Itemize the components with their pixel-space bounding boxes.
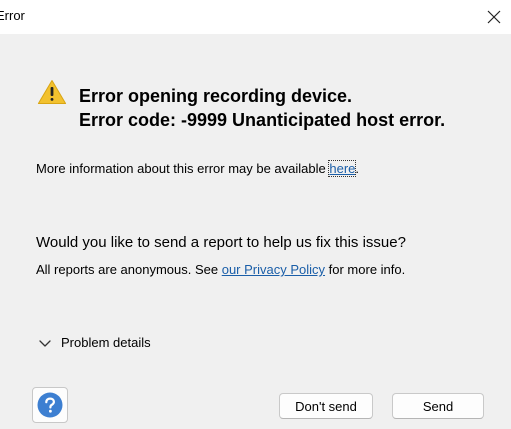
report-question: Would you like to send a report to help … bbox=[36, 234, 406, 251]
problem-details-toggle[interactable]: Problem details bbox=[38, 333, 151, 353]
title-bar: Error bbox=[0, 0, 511, 34]
chevron-down-icon bbox=[39, 340, 51, 347]
window-title: Error bbox=[0, 8, 25, 23]
problem-details-label: Problem details bbox=[61, 335, 151, 350]
warning-icon bbox=[37, 80, 67, 104]
more-info-label: More information about this error may be… bbox=[36, 161, 330, 176]
anonymous-prefix: All reports are anonymous. See bbox=[36, 262, 222, 277]
more-info-text: More information about this error may be… bbox=[36, 160, 359, 178]
more-info-suffix: . bbox=[355, 161, 360, 176]
help-button[interactable] bbox=[32, 387, 68, 423]
error-heading-line-1: Error opening recording device. bbox=[79, 86, 353, 106]
send-button[interactable]: Send bbox=[392, 393, 484, 419]
privacy-policy-link[interactable]: our Privacy Policy bbox=[222, 262, 325, 277]
error-heading-line-2: Error code: -9999 Unanticipated host err… bbox=[79, 110, 446, 130]
here-link[interactable]: here bbox=[328, 160, 357, 177]
dont-send-button[interactable]: Don't send bbox=[279, 393, 373, 419]
close-icon bbox=[487, 10, 501, 24]
anonymous-reports-text: All reports are anonymous. See our Priva… bbox=[36, 261, 405, 279]
anonymous-suffix: for more info. bbox=[325, 262, 406, 277]
help-icon bbox=[37, 392, 63, 418]
close-button[interactable] bbox=[477, 0, 511, 34]
